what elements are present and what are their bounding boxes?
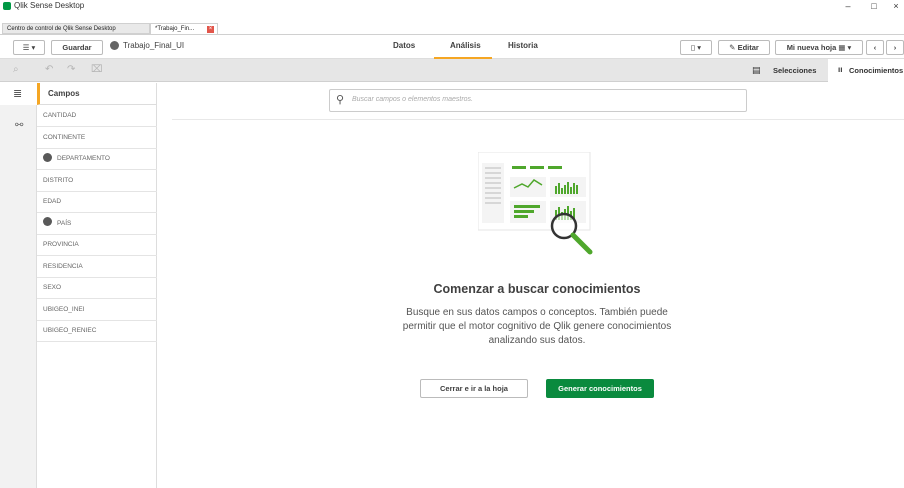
field-label: DEPARTAMENTO	[57, 155, 110, 162]
sheet-label: Mi nueva hoja	[786, 43, 837, 52]
field-item[interactable]: CANTIDAD	[37, 105, 157, 127]
qlik-logo-icon	[3, 2, 11, 10]
prev-sheet-button[interactable]: ‹	[866, 40, 884, 55]
tab-hub[interactable]: Centro de control de Qlik Sense Desktop	[2, 23, 150, 34]
app-icon	[110, 41, 119, 51]
field-item[interactable]: PAÍS	[37, 213, 157, 235]
field-item[interactable]: CONTINENTE	[37, 127, 157, 149]
field-label: RESIDENCIA	[43, 262, 83, 270]
close-and-go-to-sheet-button[interactable]: Cerrar e ir a la hoja	[420, 379, 528, 398]
app-name-label: Trabajo_Final_UI	[123, 41, 185, 50]
insights-label: Conocimientos	[849, 66, 904, 75]
menu-button[interactable]: ☰ ▾	[13, 40, 45, 55]
field-item[interactable]: DISTRITO	[37, 170, 157, 192]
field-label: CONTINENTE	[43, 133, 86, 141]
database-icon: ≣	[13, 88, 23, 100]
minimize-button[interactable]: –	[836, 0, 860, 12]
field-label: UBIGEO_RENIEC	[43, 327, 97, 334]
tab-hub-label: Centro de control de Qlik Sense Desktop	[7, 26, 116, 32]
save-button[interactable]: Guardar	[51, 40, 103, 55]
fields-panel: Campos CANTIDAD CONTINENTE DEPARTAMENTO DIS…	[37, 83, 157, 488]
nav-datos[interactable]: Datos	[393, 41, 415, 50]
panel-header: Campos	[37, 83, 157, 105]
generate-insights-button[interactable]: Generar conocimientos	[546, 379, 654, 398]
field-item[interactable]: UBIGEO_INEI	[37, 299, 157, 321]
nav-historia[interactable]: Historia	[508, 41, 538, 50]
smart-search-icon[interactable]: ⌕	[13, 64, 19, 75]
insights-heading: Comenzar a buscar conocimientos	[433, 282, 641, 296]
globe-icon	[43, 152, 52, 162]
next-sheet-button[interactable]: ›	[886, 40, 904, 55]
tab-close-icon[interactable]: ×	[207, 26, 214, 33]
search-input[interactable]: Buscar campos o elementos maestros.	[352, 96, 473, 103]
tab-app[interactable]: *Trabajo_Fin... ×	[150, 23, 218, 34]
insights-illustration	[478, 152, 593, 255]
bookmark-button[interactable]: ▯ ▾	[680, 40, 712, 55]
field-item[interactable]: DEPARTAMENTO	[37, 148, 157, 170]
field-item[interactable]: RESIDENCIA	[37, 256, 157, 278]
left-rail: ≣ ⚯	[0, 83, 37, 488]
field-label: PROVINCIA	[43, 241, 79, 248]
app-toolbar: ☰ ▾ Guardar Trabajo_Final_UI Datos Análi…	[0, 35, 904, 59]
field-label: PAÍS	[57, 219, 72, 227]
tab-app-label: *Trabajo_Fin...	[155, 26, 195, 32]
bookmark-icon: ▯ ▾	[691, 43, 701, 52]
field-label: UBIGEO_INEI	[43, 305, 85, 313]
globe-icon	[43, 217, 52, 227]
title-bar: Qlik Sense Desktop – □ ×	[0, 0, 904, 12]
selection-toolbar: ⌕ ↶ ↷ ⌧ ▤ Selecciones ıı Conocimientos	[0, 59, 904, 82]
sheet-selector[interactable]: Mi nueva hoja ▦ ▾	[775, 40, 863, 55]
close-window-button[interactable]: ×	[884, 0, 904, 12]
field-item[interactable]: PROVINCIA	[37, 234, 157, 256]
link-icon[interactable]: ⚯	[15, 120, 23, 131]
field-label: CANTIDAD	[43, 112, 77, 119]
hamburger-icon: ☰ ▾	[22, 43, 36, 52]
step-forward-icon[interactable]: ↷	[67, 64, 75, 75]
insights-tab[interactable]: ıı Conocimientos	[828, 59, 904, 82]
chevron-left-icon: ‹	[873, 43, 877, 52]
edit-label: Editar	[737, 43, 759, 52]
step-back-icon[interactable]: ↶	[45, 64, 53, 75]
app-name: Trabajo_Final_UI	[110, 41, 185, 51]
maximize-button[interactable]: □	[862, 0, 886, 12]
insights-icon: ıı	[838, 65, 843, 74]
search-field[interactable]: ⚲ Buscar campos o elementos maestros.	[329, 89, 747, 112]
chevron-right-icon: ›	[893, 43, 897, 52]
edit-button[interactable]: ✎ Editar	[718, 40, 770, 55]
field-label: SEXO	[43, 284, 62, 291]
main-divider	[172, 119, 904, 120]
selections-icon: ▤	[752, 65, 761, 75]
selections-button[interactable]: Selecciones	[773, 66, 816, 75]
fields-rail-button[interactable]: ≣	[0, 83, 37, 105]
field-item[interactable]: UBIGEO_RENIEC	[37, 320, 157, 342]
field-label: EDAD	[43, 198, 62, 205]
search-icon: ⚲	[336, 94, 345, 106]
pencil-icon: ✎	[729, 43, 736, 52]
nav-analisis[interactable]: Análisis	[450, 41, 481, 50]
field-item[interactable]: EDAD	[37, 191, 157, 213]
sheet-icon: ▦ ▾	[838, 43, 852, 52]
window-title: Qlik Sense Desktop	[14, 1, 85, 10]
clear-selections-icon[interactable]: ⌧	[91, 64, 103, 75]
field-item[interactable]: SEXO	[37, 277, 157, 299]
insights-description: Busque en sus datos campos o conceptos. …	[402, 307, 672, 346]
field-label: DISTRITO	[43, 176, 74, 184]
